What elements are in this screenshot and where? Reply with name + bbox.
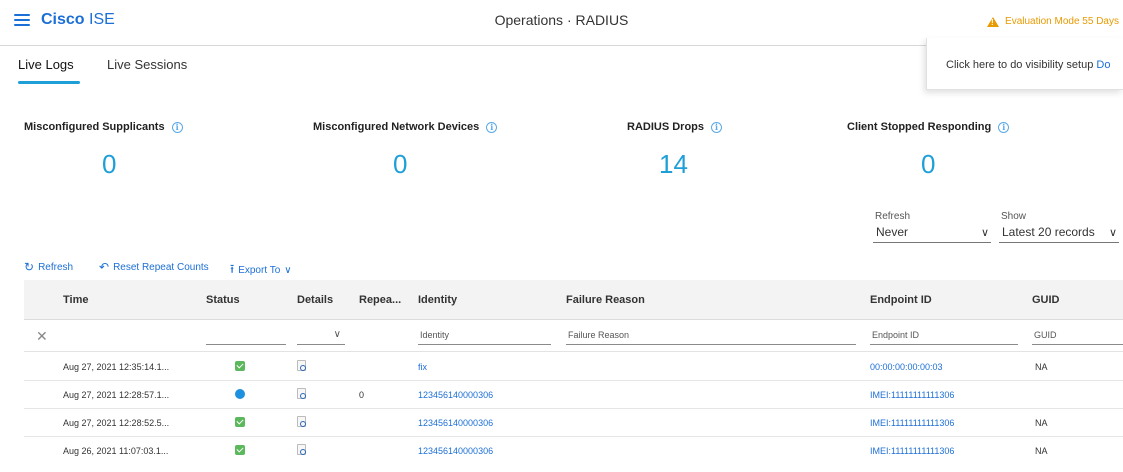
info-icon[interactable] [486, 121, 498, 133]
endpoint-id-filter-input[interactable]: Endpoint ID [870, 329, 1018, 345]
table-header: Time Status Details Repea... Identity Fa… [24, 280, 1123, 320]
visibility-setup-link[interactable]: Do [1096, 59, 1110, 71]
export-to-label: Export To [238, 265, 281, 276]
guid-filter-input[interactable]: GUID [1032, 329, 1123, 345]
endpoint-id-link[interactable]: IMEI:11111111111306 [870, 390, 954, 400]
details-icon[interactable] [297, 444, 306, 455]
success-status-icon [235, 417, 245, 427]
active-tab-indicator [18, 81, 80, 84]
metric-label: Misconfigured Supplicants [24, 121, 165, 133]
evaluation-notice-text: Evaluation Mode 55 Days [1005, 16, 1119, 27]
metric-value[interactable]: 0 [102, 149, 116, 180]
success-status-icon [235, 445, 245, 455]
export-to-button[interactable]: ⭱ Export To ∨ [230, 260, 292, 281]
status-filter-select[interactable] [206, 329, 286, 345]
guid-cell: NA [1035, 362, 1048, 372]
metric-label: Client Stopped Responding [847, 121, 992, 133]
metric-misconfigured-supplicants[interactable]: Misconfigured Supplicants 0 [24, 121, 183, 179]
evaluation-notice[interactable]: Evaluation Mode 55 Days [987, 16, 1119, 27]
endpoint-id-link[interactable]: IMEI:11111111111306 [870, 446, 954, 456]
session-status-icon [235, 389, 245, 399]
details-icon[interactable] [297, 388, 306, 399]
guid-cell: NA [1035, 446, 1048, 456]
visibility-setup-text: Click here to do visibility setup [946, 59, 1097, 71]
undo-icon: ↶ [99, 260, 110, 274]
metric-value[interactable]: 0 [393, 149, 407, 180]
clear-filters-icon[interactable]: ✕ [36, 328, 48, 345]
details-icon[interactable] [297, 360, 306, 371]
chevron-down-icon: ∨ [333, 329, 341, 340]
info-icon[interactable] [171, 121, 183, 133]
refresh-interval-label: Refresh [875, 211, 911, 222]
column-header-status[interactable]: Status [206, 294, 240, 306]
refresh-button-label: Refresh [38, 261, 74, 273]
identity-link[interactable]: 123456140000306 [418, 446, 493, 456]
metric-client-stopped-responding[interactable]: Client Stopped Responding 0 [847, 121, 1010, 179]
metric-value[interactable]: 0 [921, 149, 935, 180]
time-cell: Aug 27, 2021 12:35:14.1... [63, 362, 170, 372]
column-header-repeat[interactable]: Repea... [359, 294, 401, 306]
metric-value[interactable]: 14 [659, 149, 688, 180]
identity-link[interactable]: fix [418, 362, 427, 372]
metric-misconfigured-network-devices[interactable]: Misconfigured Network Devices 0 [313, 121, 498, 179]
metric-radius-drops[interactable]: RADIUS Drops 14 [627, 121, 723, 179]
column-header-endpoint-id[interactable]: Endpoint ID [870, 294, 932, 306]
repeat-count-cell: 0 [359, 390, 365, 400]
identity-link[interactable]: 123456140000306 [418, 418, 493, 428]
metric-label: RADIUS Drops [627, 121, 705, 133]
details-filter-select[interactable]: ∨ [297, 329, 345, 345]
chevron-down-icon: ∨ [1108, 227, 1117, 239]
warning-icon [987, 16, 1000, 27]
table-row[interactable]: Aug 27, 2021 12:35:14.1... fix 00:00:00:… [24, 353, 1123, 381]
refresh-interval-select[interactable]: Never ∨ [873, 223, 991, 243]
details-icon[interactable] [297, 416, 306, 427]
refresh-interval-value: Never [876, 225, 909, 239]
filter-row: ✕ ∨ Identity Failure Reason Endpoint ID … [24, 320, 1123, 352]
column-header-time[interactable]: Time [63, 294, 88, 306]
column-header-identity[interactable]: Identity [418, 294, 457, 306]
failure-reason-filter-input[interactable]: Failure Reason [566, 329, 856, 345]
column-header-details[interactable]: Details [297, 294, 333, 306]
show-records-value: Latest 20 records [1002, 225, 1095, 239]
reset-repeat-counts-button[interactable]: ↶ Reset Repeat Counts [99, 260, 209, 274]
endpoint-id-link[interactable]: 00:00:00:00:00:03 [870, 362, 943, 372]
endpoint-id-link[interactable]: IMEI:11111111111306 [870, 418, 954, 428]
reset-repeat-counts-label: Reset Repeat Counts [113, 261, 209, 273]
guid-cell: NA [1035, 418, 1048, 428]
identity-filter-input[interactable]: Identity [418, 329, 551, 345]
export-icon: ⭱ [230, 262, 235, 276]
table-row[interactable]: Aug 27, 2021 12:28:52.5... 1234561400003… [24, 409, 1123, 437]
time-cell: Aug 26, 2021 11:07:03.1... [63, 446, 169, 456]
page-title: Operations · RADIUS [494, 12, 629, 28]
identity-link[interactable]: 123456140000306 [418, 390, 493, 400]
refresh-button[interactable]: ↻ Refresh [24, 260, 73, 274]
show-records-label: Show [1001, 211, 1027, 222]
table-row[interactable]: Aug 27, 2021 12:28:57.1... 0 12345614000… [24, 381, 1123, 409]
column-header-guid[interactable]: GUID [1032, 294, 1060, 306]
show-records-select[interactable]: Latest 20 records ∨ [999, 223, 1119, 243]
chevron-down-icon: ∨ [284, 265, 292, 276]
table-row[interactable]: Aug 26, 2021 11:07:03.1... 1234561400003… [24, 437, 1123, 465]
metric-label: Misconfigured Network Devices [313, 121, 480, 133]
info-icon[interactable] [998, 121, 1010, 133]
refresh-icon: ↻ [24, 260, 35, 274]
tab-live-logs[interactable]: Live Logs [18, 57, 74, 72]
visibility-setup-popover[interactable]: Click here to do visibility setup Do [926, 38, 1123, 90]
success-status-icon [235, 361, 245, 371]
time-cell: Aug 27, 2021 12:28:52.5... [63, 418, 170, 428]
chevron-down-icon: ∨ [980, 227, 989, 239]
column-header-failure-reason[interactable]: Failure Reason [566, 294, 645, 306]
info-icon[interactable] [711, 121, 723, 133]
time-cell: Aug 27, 2021 12:28:57.1... [63, 390, 170, 400]
tab-live-sessions[interactable]: Live Sessions [107, 57, 187, 72]
